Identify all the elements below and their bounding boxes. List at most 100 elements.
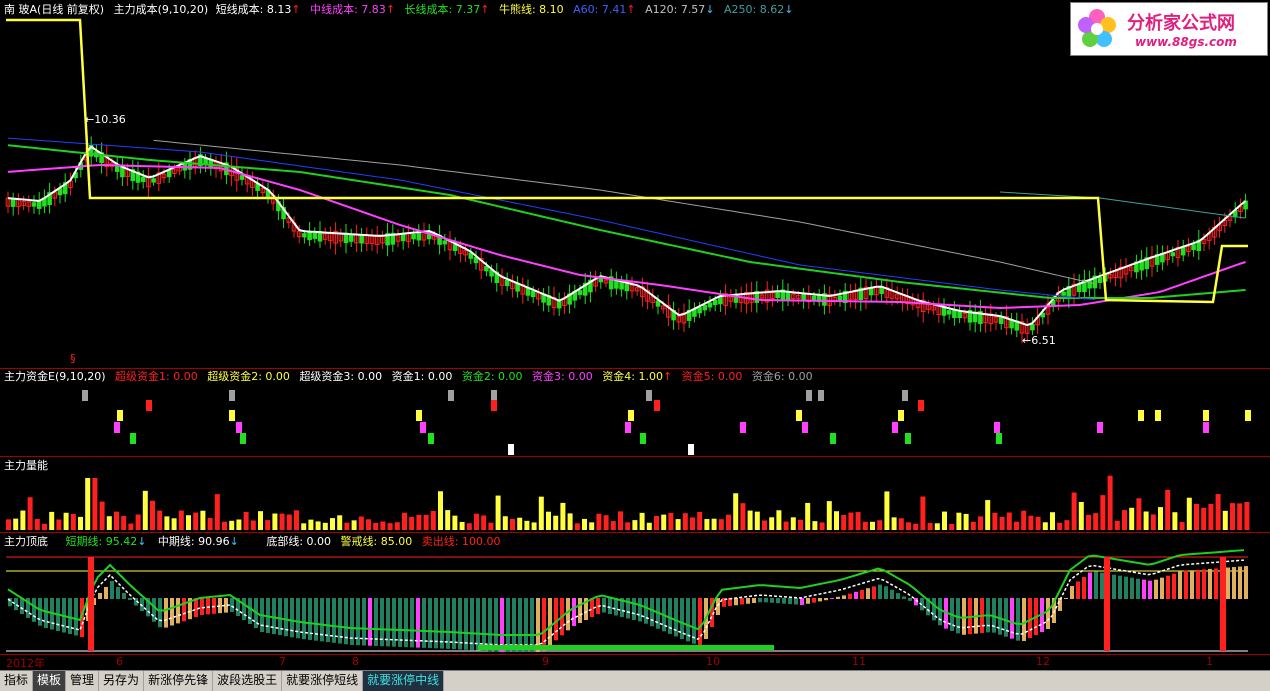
oscillator-bar xyxy=(1088,572,1092,599)
volume-bar xyxy=(430,510,436,530)
fund-signal-bar xyxy=(1203,422,1209,433)
oscillator-bar xyxy=(230,598,234,612)
axis-label-month: 7 xyxy=(279,655,286,668)
a120-line xyxy=(153,139,1095,285)
volume-bar xyxy=(445,510,451,530)
topbottom-indicator-name: 主力顶底 xyxy=(4,535,48,548)
volume-bar xyxy=(337,515,343,530)
volume-bar xyxy=(402,512,407,530)
tab-wave-picker[interactable]: 波段选股王 xyxy=(213,671,283,691)
tab-limit-up-short[interactable]: 就要涨停短线 xyxy=(282,671,364,691)
fund-signal-bar xyxy=(892,422,898,433)
oscillator-bar xyxy=(1124,576,1128,599)
oscillator-bar xyxy=(938,598,942,626)
panel-separator xyxy=(0,532,1270,533)
fund-signal-bar xyxy=(1155,410,1161,421)
oscillator-bar xyxy=(170,598,174,626)
fund-signal-bar xyxy=(416,410,422,421)
fund-signal-bar xyxy=(898,410,904,421)
volume-bar xyxy=(344,522,350,530)
oscillator-bar xyxy=(1148,580,1152,599)
volume-bar xyxy=(142,490,148,530)
topbottom-panel xyxy=(6,549,1248,652)
volume-bar xyxy=(834,511,839,530)
oscillator-bar xyxy=(98,593,102,599)
volume-bar xyxy=(906,522,911,530)
volume-bar xyxy=(128,523,134,530)
oscillator-bar xyxy=(1064,598,1068,599)
volume-bar xyxy=(754,511,760,530)
volume-bar xyxy=(106,516,112,530)
volume-bar xyxy=(373,522,379,530)
volume-bar xyxy=(308,519,314,530)
candle-body xyxy=(504,279,510,287)
tab-manage[interactable]: 管理 xyxy=(66,671,100,691)
bottom-zone-bar xyxy=(478,645,774,650)
volume-bar xyxy=(531,522,537,530)
oscillator-bar xyxy=(1112,574,1116,599)
oscillator-bar xyxy=(506,598,510,652)
tab-indicator[interactable]: 指标 xyxy=(0,671,34,691)
chart-canvas[interactable] xyxy=(0,0,1270,655)
oscillator-bar xyxy=(1184,570,1188,599)
oscillator-bar xyxy=(812,598,816,603)
tab-new-limit-up[interactable]: 新涨停先锋 xyxy=(144,671,214,691)
volume-bar xyxy=(920,496,926,530)
sell-signal-bar xyxy=(1104,557,1110,651)
volume-bar xyxy=(250,520,256,530)
bottom-line-label: 底部线: 0.00 xyxy=(266,535,332,548)
volume-bar xyxy=(870,521,875,530)
volume-bar xyxy=(207,517,213,530)
candle-body xyxy=(1030,324,1035,331)
volume-bar xyxy=(1129,507,1135,530)
volume-bar xyxy=(1215,494,1221,530)
volume-bar xyxy=(891,517,897,530)
volume-bar xyxy=(632,520,638,530)
volume-bar xyxy=(6,519,11,530)
oscillator-bar xyxy=(122,593,126,599)
oscillator-bar xyxy=(464,598,468,650)
volume-bar xyxy=(423,514,429,530)
candle-body xyxy=(1061,291,1066,296)
candle-body xyxy=(707,302,713,308)
oscillator-bar xyxy=(554,598,558,641)
axis-label-month: 6 xyxy=(116,655,123,668)
volume-bar xyxy=(783,521,789,530)
volume-panel xyxy=(6,475,1250,530)
tab-limit-up-mid[interactable]: 就要涨停中线 xyxy=(363,671,445,691)
oscillator-bar xyxy=(782,598,786,604)
tab-save-as[interactable]: 另存为 xyxy=(99,671,145,691)
volume-bar xyxy=(855,512,861,530)
fund3-label: 资金3: 0.00 xyxy=(532,370,593,383)
oscillator-bar xyxy=(734,598,738,606)
oscillator-bar xyxy=(1058,598,1062,611)
oscillator-bar xyxy=(272,598,276,635)
fund4-label: 资金4: 1.00 xyxy=(602,370,663,383)
oscillator-bar xyxy=(44,598,48,628)
oscillator-bar xyxy=(1232,567,1236,599)
volume-bar xyxy=(70,513,76,530)
volume-bar xyxy=(1057,522,1063,530)
oscillator-bar xyxy=(842,595,846,599)
volume-bar xyxy=(956,512,962,530)
candle-body xyxy=(697,307,702,314)
oscillator-bar xyxy=(488,598,492,652)
oscillator-bar xyxy=(1028,598,1032,638)
oscillator-bar xyxy=(1130,577,1134,599)
volume-bar xyxy=(978,516,983,530)
volume-bar xyxy=(1172,512,1178,530)
volume-bar xyxy=(265,520,271,530)
volume-bar xyxy=(589,522,595,530)
volume-bar xyxy=(546,511,551,530)
volume-bar xyxy=(913,523,919,530)
axis-label-month: 11 xyxy=(852,655,866,668)
volume-bar xyxy=(92,478,98,530)
volume-bar xyxy=(358,516,364,530)
tab-template[interactable]: 模板 xyxy=(33,671,67,691)
fund-signal-bar xyxy=(491,390,497,401)
oscillator-bar xyxy=(890,589,894,599)
panel-separator xyxy=(0,456,1270,457)
oscillator-bar xyxy=(542,598,546,651)
volume-bar xyxy=(567,513,573,530)
oscillator-bar xyxy=(1076,581,1080,599)
